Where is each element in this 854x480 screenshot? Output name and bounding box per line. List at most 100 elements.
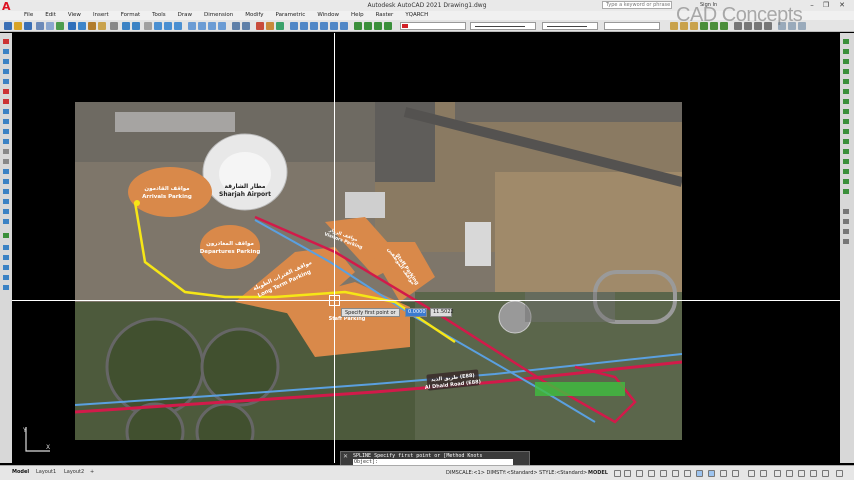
xref-icon[interactable] [384, 22, 392, 30]
menu-window[interactable]: Window [317, 11, 339, 20]
publish-icon[interactable] [56, 22, 64, 30]
dynamic-input-x-field[interactable]: 0.0000 [405, 308, 427, 317]
circle-icon[interactable] [3, 99, 9, 104]
clean-screen-icon[interactable] [822, 470, 829, 477]
offset-icon[interactable] [843, 69, 849, 74]
scale-icon[interactable] [843, 109, 849, 114]
print-icon[interactable] [36, 22, 44, 30]
multiline-text-icon[interactable] [3, 219, 9, 224]
lineweight-dropdown[interactable] [542, 22, 598, 30]
menu-edit[interactable]: Edit [45, 11, 56, 20]
snap-icon[interactable] [624, 470, 631, 477]
mirror-icon[interactable] [843, 59, 849, 64]
lineweight-toggle-icon[interactable] [696, 470, 703, 477]
spline-icon[interactable] [3, 119, 9, 124]
menu-help[interactable]: Help [351, 11, 364, 20]
copy-object-icon[interactable] [843, 49, 849, 54]
sheet-set-icon[interactable] [218, 22, 226, 30]
add-selected-icon[interactable] [3, 233, 9, 238]
hatch-side-icon[interactable] [3, 179, 9, 184]
add-layout-icon[interactable]: + [90, 468, 94, 476]
layer-properties-icon[interactable] [232, 22, 240, 30]
move-icon[interactable] [843, 89, 849, 94]
tab-model[interactable]: Model [12, 468, 29, 476]
chamfer-icon[interactable] [843, 169, 849, 174]
leader-icon[interactable] [3, 285, 9, 290]
open-file-icon[interactable] [14, 22, 22, 30]
menu-format[interactable]: Format [121, 11, 140, 20]
close-icon[interactable]: ✕ [836, 0, 848, 11]
ellipse-arc-icon[interactable] [3, 139, 9, 144]
menu-modify[interactable]: Modify [245, 11, 263, 20]
polar-icon[interactable] [648, 470, 655, 477]
undo-icon[interactable] [122, 22, 130, 30]
units-icon[interactable] [786, 470, 793, 477]
zoom-realtime-icon[interactable] [154, 22, 162, 30]
tab-layout2[interactable]: Layout2 [64, 468, 84, 476]
ortho-icon[interactable] [636, 470, 643, 477]
isolate-objects-icon[interactable] [810, 470, 817, 477]
osnap-icon[interactable] [684, 470, 691, 477]
menu-yqarch[interactable]: YQARCH [405, 11, 428, 20]
dimension-angle-icon[interactable] [3, 275, 9, 280]
osnap-tracking-icon[interactable] [672, 470, 679, 477]
dynamic-input-y-field[interactable]: 11.5022 [430, 308, 454, 317]
menu-file[interactable]: File [24, 11, 33, 20]
minimize-icon[interactable]: – [806, 0, 818, 11]
region-side-icon[interactable] [3, 199, 9, 204]
save-icon[interactable] [24, 22, 32, 30]
menu-raster[interactable]: Raster [376, 11, 394, 20]
color-dropdown[interactable] [400, 22, 466, 30]
menu-draw[interactable]: Draw [178, 11, 192, 20]
menu-parametric[interactable]: Parametric [276, 11, 306, 20]
stretch-icon[interactable] [843, 119, 849, 124]
object-snap-center-icon[interactable] [843, 229, 849, 234]
drawing-area[interactable]: مواقف القادمون Arrivals Parking مطار الش… [12, 33, 840, 463]
hatch-icon[interactable] [300, 22, 308, 30]
menu-insert[interactable]: Insert [93, 11, 109, 20]
block-editor-icon[interactable] [110, 22, 118, 30]
rotate-icon[interactable] [843, 99, 849, 104]
properties-icon[interactable] [188, 22, 196, 30]
transparency-icon[interactable] [708, 470, 715, 477]
selection-cycling-icon[interactable] [720, 470, 727, 477]
quick-properties-icon[interactable] [798, 470, 805, 477]
design-center-icon[interactable] [198, 22, 206, 30]
multileader-icon[interactable] [290, 22, 298, 30]
model-space-button[interactable]: MODEL [588, 469, 608, 477]
workspace-switch-icon[interactable] [774, 470, 781, 477]
join-icon[interactable] [843, 159, 849, 164]
match-properties-icon[interactable] [98, 22, 106, 30]
boundary-icon[interactable] [330, 22, 338, 30]
make-block-icon[interactable] [3, 159, 9, 164]
redo-icon[interactable] [132, 22, 140, 30]
region-icon[interactable] [320, 22, 328, 30]
polygon-icon[interactable] [3, 69, 9, 74]
gradient-icon[interactable] [310, 22, 318, 30]
object-snap-endpoint-icon[interactable] [843, 209, 849, 214]
fillet-icon[interactable] [843, 179, 849, 184]
menu-view[interactable]: View [68, 11, 81, 20]
extend-icon[interactable] [843, 139, 849, 144]
object-snap-midpoint-icon[interactable] [843, 219, 849, 224]
point-icon[interactable] [3, 169, 9, 174]
command-close-icon[interactable]: ✕ [343, 454, 348, 460]
paste-icon[interactable] [88, 22, 96, 30]
construction-line-icon[interactable] [3, 49, 9, 54]
search-input[interactable]: Type a keyword or phrase [602, 1, 672, 9]
new-file-icon[interactable] [4, 22, 12, 30]
restore-icon[interactable]: ❐ [820, 0, 832, 11]
insert-block-side-icon[interactable] [3, 149, 9, 154]
dimension-icon[interactable] [256, 22, 264, 30]
dimension-radius-icon[interactable] [3, 265, 9, 270]
attribute-icon[interactable] [374, 22, 382, 30]
object-snap-intersection-icon[interactable] [843, 239, 849, 244]
dimension-side-icon[interactable] [3, 245, 9, 250]
layer-state-icon[interactable] [242, 22, 250, 30]
arc-icon[interactable] [3, 89, 9, 94]
gradient-side-icon[interactable] [3, 189, 9, 194]
ellipse-icon[interactable] [3, 129, 9, 134]
revision-cloud-icon[interactable] [3, 109, 9, 114]
trim-icon[interactable] [843, 129, 849, 134]
isodraft-icon[interactable] [660, 470, 667, 477]
